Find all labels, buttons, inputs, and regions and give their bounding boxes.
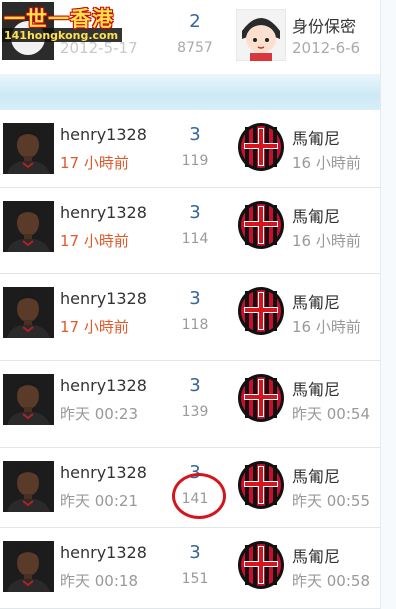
author-avatar[interactable]: [3, 374, 54, 425]
thread-row: henry1328 17 小時前 3 119 馬匍尼 16 小時前: [0, 110, 396, 188]
section-divider-bar: [0, 74, 380, 110]
post-time: 昨天 00:18: [60, 572, 138, 590]
acmilan-crest-avatar[interactable]: [236, 460, 286, 510]
thread-row: henry1328 昨天 00:18 3 151 馬匍尼昨天 00:58: [0, 528, 396, 609]
last-poster-name[interactable]: 馬匍尼: [292, 543, 340, 567]
author-avatar[interactable]: [3, 461, 54, 512]
author-avatar[interactable]: [3, 541, 54, 592]
view-count: 114: [181, 231, 209, 247]
reply-count: 2: [189, 11, 201, 32]
post-time: 昨天 00:23: [60, 405, 138, 423]
view-count: 118: [181, 317, 209, 333]
acmilan-crest-avatar[interactable]: [236, 122, 286, 172]
author-name[interactable]: henry1328: [60, 543, 147, 562]
last-poster-name[interactable]: 馬匍尼: [292, 125, 340, 149]
reply-count: 3: [189, 542, 201, 563]
last-poster-name[interactable]: 馬匍尼: [292, 289, 340, 313]
acmilan-crest-avatar[interactable]: [236, 286, 286, 336]
highlight-circle: [172, 473, 226, 519]
author-name[interactable]: henry1328: [60, 203, 147, 222]
cartoon-avatar[interactable]: [236, 9, 286, 61]
post-time: 17 小時前: [60, 154, 129, 172]
view-count: 119: [181, 153, 209, 169]
view-count: 8757: [177, 40, 213, 56]
reply-count: 3: [189, 124, 201, 145]
acmilan-crest-avatar[interactable]: [236, 200, 286, 250]
author-name[interactable]: henry1328: [60, 125, 147, 144]
last-post-time: 昨天 00:54: [292, 405, 370, 423]
post-time: 17 小時前: [60, 232, 129, 250]
acmilan-crest-avatar[interactable]: [236, 540, 286, 590]
site-logo[interactable]: 一世一香港 141hongkong.com: [2, 2, 122, 60]
last-poster-name[interactable]: 身份保密: [292, 13, 356, 37]
thread-row: henry1328 17 小時前 3 114 馬匍尼 16 小時前: [0, 188, 396, 274]
last-poster-name[interactable]: 馬匍尼: [292, 203, 340, 227]
last-post-time: 昨天 00:58: [292, 572, 370, 590]
last-post-date: 2012-6-6: [292, 39, 361, 57]
last-post-time: 昨天 00:55: [292, 492, 370, 510]
thread-row: henry1328 17 小時前 3 118 馬匍尼 16 小時前: [0, 274, 396, 361]
thread-row: henry1328 昨天 00:23 3 139 馬匍尼昨天 00:54: [0, 361, 396, 448]
last-post-time: 16 小時前: [292, 318, 361, 336]
post-time: 昨天 00:21: [60, 492, 138, 510]
reply-count: 3: [189, 375, 201, 396]
author-name[interactable]: henry1328: [60, 289, 147, 308]
post-time: 17 小時前: [60, 318, 129, 336]
last-post-time: 16 小時前: [292, 154, 361, 172]
author-avatar[interactable]: [3, 201, 54, 252]
view-count: 139: [181, 404, 209, 420]
reply-count: 3: [189, 288, 201, 309]
reply-count: 3: [189, 202, 201, 223]
table-row-top: 一世一香港 141hongkong.com 2012-5-17 2 8757 身…: [0, 0, 396, 74]
view-count: 151: [181, 571, 209, 587]
author-name[interactable]: henry1328: [60, 463, 147, 482]
author-avatar[interactable]: [3, 287, 54, 338]
thread-start-date: 2012-5-17: [60, 39, 138, 57]
last-post-time: 16 小時前: [292, 232, 361, 250]
acmilan-crest-avatar[interactable]: [236, 373, 286, 423]
author-avatar[interactable]: [3, 123, 54, 174]
last-poster-name[interactable]: 馬匍尼: [292, 463, 340, 487]
author-name[interactable]: henry1328: [60, 376, 147, 395]
last-poster-name[interactable]: 馬匍尼: [292, 376, 340, 400]
